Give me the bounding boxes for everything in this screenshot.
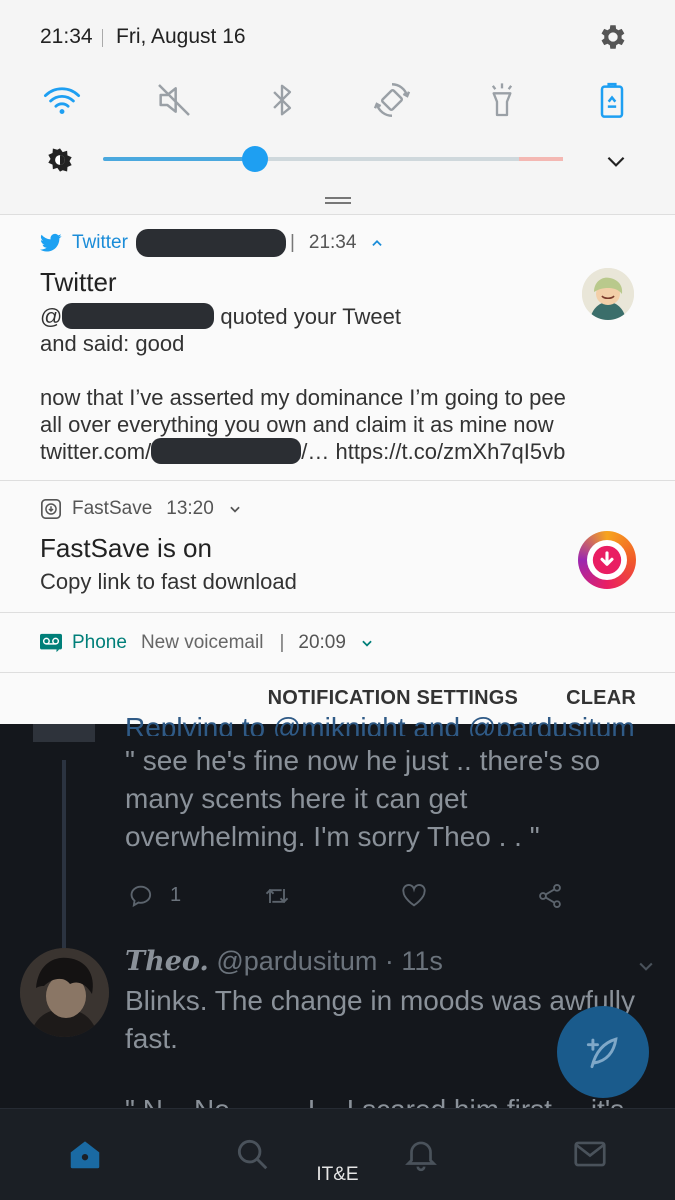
divider <box>102 29 103 47</box>
notification-time: 21:34 <box>308 232 357 253</box>
chevron-down-icon[interactable] <box>636 956 656 976</box>
redacted-handle <box>62 303 215 329</box>
fastsave-notification[interactable]: FastSave 13:20 FastSave is on Copy link … <box>0 480 675 612</box>
twitter-notification[interactable]: Twitter | 21:34 Twitter @ quoted your Twe… <box>0 214 675 480</box>
mute-icon[interactable] <box>150 76 198 124</box>
bottom-nav: IT&E <box>0 1108 675 1200</box>
notification-header: FastSave 13:20 <box>40 497 242 521</box>
quick-settings <box>0 76 675 126</box>
notification-shade: 21:34 Fri, August 16 Twitter | 21:34 Twi… <box>0 0 675 724</box>
brightness-row <box>0 138 675 182</box>
notification-header: Phone New voicemail | 20:09 <box>40 631 374 655</box>
link-prefix: twitter.com/ <box>40 439 152 464</box>
drag-handle[interactable] <box>325 197 351 204</box>
reply-icon[interactable] <box>128 882 156 910</box>
brightness-fill <box>103 157 255 161</box>
previous-avatar <box>33 724 95 742</box>
brightness-icon <box>48 148 72 172</box>
notification-time: 20:09 <box>298 632 346 653</box>
line1-suffix: quoted your Tweet <box>220 304 401 329</box>
brightness-slider[interactable] <box>103 157 563 161</box>
redacted-username <box>135 229 286 257</box>
notification-line1: @ quoted your Tweet <box>40 303 401 330</box>
avatar <box>582 268 634 320</box>
clock: 21:34 <box>40 25 93 48</box>
notification-body2: all over everything you own and claim it… <box>40 412 554 437</box>
carrier-label: IT&E <box>316 1164 359 1185</box>
auto-rotate-icon[interactable] <box>368 76 416 124</box>
bluetooth-icon[interactable] <box>258 76 306 124</box>
brightness-thumb[interactable] <box>241 146 268 172</box>
notification-body1: now that I’ve asserted my dominance I’m … <box>40 385 566 410</box>
avatar[interactable] <box>20 948 109 1037</box>
tweet-text-partial: " N .. No ........ I .. I scared him fir… <box>125 1094 624 1108</box>
app-name: FastSave <box>72 498 153 519</box>
flashlight-icon[interactable] <box>478 76 526 124</box>
phone-notification[interactable]: Phone New voicemail | 20:09 <box>0 612 675 672</box>
like-icon[interactable] <box>400 882 428 910</box>
power-saving-icon[interactable] <box>588 76 636 124</box>
chevron-up-icon[interactable] <box>370 236 384 250</box>
date: Fri, August 16 <box>116 25 246 48</box>
clear-button[interactable]: CLEAR <box>566 687 636 710</box>
notification-subtitle: New voicemail <box>140 632 264 653</box>
notification-title: Twitter <box>40 267 117 297</box>
chevron-down-icon[interactable] <box>228 502 242 516</box>
notification-title: FastSave is on <box>40 533 212 563</box>
fastsave-logo-icon <box>578 531 636 589</box>
reply-count: 1 <box>170 884 182 906</box>
fastsave-app-icon <box>40 498 62 520</box>
retweet-icon[interactable] <box>263 882 291 910</box>
chevron-down-icon[interactable] <box>360 636 374 650</box>
status-row: 21:34 Fri, August 16 <box>0 0 675 74</box>
notification-settings-button[interactable]: NOTIFICATION SETTINGS <box>268 687 519 710</box>
notification-time: 13:20 <box>166 498 214 519</box>
notification-text: Copy link to fast download <box>40 569 297 594</box>
compose-button[interactable] <box>557 1006 649 1098</box>
handle-time: @pardusitum · 11s <box>216 946 443 976</box>
header-separator: | <box>279 632 285 653</box>
at-sign: @ <box>40 304 63 329</box>
gear-icon[interactable] <box>597 21 629 53</box>
tweet-actions: 1 <box>0 882 675 912</box>
twitter-bird-icon <box>40 232 62 254</box>
redacted-link-part <box>151 438 302 464</box>
notification-line2: and said: good <box>40 331 185 356</box>
link-suffix: /… https://t.co/zmXh7qI5vb <box>301 439 566 464</box>
wifi-icon[interactable] <box>38 76 86 124</box>
replying-to[interactable]: Replying to @miknight and @pardusitum <box>125 712 645 736</box>
compose-feather-icon <box>586 1037 618 1069</box>
tweet-meta: Theo. @pardusitum · 11s <box>125 946 443 977</box>
chevron-down-icon[interactable] <box>603 148 629 174</box>
header-separator: | <box>289 232 295 253</box>
tweet-text: " see he's fine now he just .. there's s… <box>125 745 601 852</box>
app-name: Phone <box>72 632 127 653</box>
brightness-high-zone <box>519 157 563 161</box>
app-name: Twitter <box>72 232 128 253</box>
share-icon[interactable] <box>536 882 564 910</box>
notification-link[interactable]: twitter.com/ /… https://t.co/zmXh7qI5vb <box>40 438 565 465</box>
display-name[interactable]: Theo. <box>125 946 209 977</box>
thread-line <box>62 760 66 950</box>
voicemail-icon <box>40 632 62 654</box>
notification-header: Twitter | 21:34 <box>40 229 384 257</box>
